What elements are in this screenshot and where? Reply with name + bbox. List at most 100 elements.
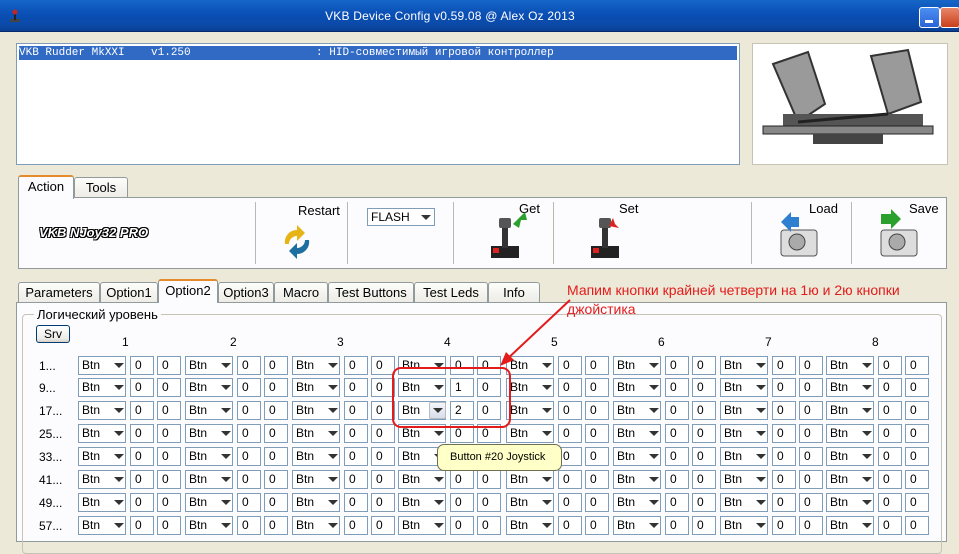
chevron-down-icon[interactable] (218, 358, 232, 372)
chevron-down-icon[interactable] (859, 403, 873, 417)
button-number-field[interactable]: 0 (558, 401, 582, 420)
button-flag-field[interactable]: 0 (692, 378, 716, 397)
chevron-down-icon[interactable] (325, 449, 339, 463)
button-number-field[interactable]: 0 (665, 470, 689, 489)
button-flag-field[interactable]: 0 (264, 401, 288, 420)
chevron-down-icon[interactable] (218, 403, 232, 417)
chevron-down-icon[interactable] (859, 358, 873, 372)
button-number-field[interactable]: 0 (237, 470, 261, 489)
button-type-select[interactable]: Btn (78, 516, 126, 535)
button-number-field[interactable]: 0 (237, 424, 261, 443)
button-number-field[interactable]: 0 (772, 378, 796, 397)
button-number-field[interactable]: 0 (558, 470, 582, 489)
button-flag-field[interactable]: 0 (585, 470, 609, 489)
button-number-field[interactable]: 0 (772, 424, 796, 443)
button-type-select[interactable]: Btn (506, 378, 554, 397)
button-number-field[interactable]: 0 (130, 447, 154, 466)
button-flag-field[interactable]: 0 (157, 470, 181, 489)
title-bar[interactable]: VKB Device Config v0.59.08 @ Alex Oz 201… (0, 0, 959, 32)
chevron-down-icon[interactable] (539, 380, 553, 394)
button-number-field[interactable]: 0 (130, 378, 154, 397)
button-number-field[interactable]: 0 (130, 356, 154, 375)
chevron-down-icon[interactable] (539, 495, 553, 509)
button-flag-field[interactable]: 0 (905, 447, 929, 466)
button-type-select[interactable]: Btn (398, 493, 446, 512)
button-flag-field[interactable]: 0 (371, 470, 395, 489)
button-number-field[interactable]: 0 (878, 470, 902, 489)
button-flag-field[interactable]: 0 (157, 493, 181, 512)
chevron-down-icon[interactable] (753, 495, 767, 509)
chevron-down-icon[interactable] (753, 472, 767, 486)
chevron-down-icon[interactable] (218, 449, 232, 463)
chevron-down-icon[interactable] (111, 518, 125, 532)
button-number-field[interactable]: 0 (237, 493, 261, 512)
button-flag-field[interactable]: 0 (585, 401, 609, 420)
button-number-field[interactable]: 0 (665, 424, 689, 443)
button-number-field[interactable]: 0 (878, 424, 902, 443)
button-type-select[interactable]: Btn (185, 493, 233, 512)
button-type-select[interactable]: Btn (78, 447, 126, 466)
button-flag-field[interactable]: 0 (692, 424, 716, 443)
button-flag-field[interactable]: 0 (692, 401, 716, 420)
button-number-field[interactable]: 0 (344, 401, 368, 420)
chevron-down-icon[interactable] (753, 358, 767, 372)
button-flag-field[interactable]: 0 (799, 516, 823, 535)
chevron-down-icon[interactable] (218, 380, 232, 394)
button-type-select[interactable]: Btn (720, 493, 768, 512)
button-number-field[interactable]: 0 (344, 470, 368, 489)
button-number-field[interactable]: 0 (665, 356, 689, 375)
button-number-field[interactable]: 0 (237, 516, 261, 535)
minimize-button[interactable] (919, 7, 940, 28)
button-flag-field[interactable]: 0 (264, 470, 288, 489)
button-number-field[interactable]: 0 (130, 401, 154, 420)
button-type-select[interactable]: Btn (826, 356, 874, 375)
button-flag-field[interactable]: 0 (905, 516, 929, 535)
button-number-field[interactable]: 0 (237, 401, 261, 420)
button-number-field[interactable]: 0 (772, 493, 796, 512)
button-flag-field[interactable]: 0 (157, 356, 181, 375)
button-type-select[interactable]: Btn (720, 516, 768, 535)
button-number-field[interactable]: 0 (130, 516, 154, 535)
chevron-down-icon[interactable] (111, 426, 125, 440)
button-type-select[interactable]: Btn (292, 447, 340, 466)
button-type-select[interactable]: Btn (613, 401, 661, 420)
button-type-select[interactable]: Btn (78, 493, 126, 512)
button-type-select[interactable]: Btn (720, 401, 768, 420)
chevron-down-icon[interactable] (218, 518, 232, 532)
chevron-down-icon[interactable] (218, 426, 232, 440)
button-type-select[interactable]: Btn (292, 424, 340, 443)
button-flag-field[interactable]: 0 (477, 516, 501, 535)
button-number-field[interactable]: 0 (772, 470, 796, 489)
tab-option2[interactable]: Option2 (158, 279, 218, 303)
chevron-down-icon[interactable] (218, 495, 232, 509)
button-number-field[interactable]: 0 (558, 516, 582, 535)
button-type-select[interactable]: Btn (78, 378, 126, 397)
button-number-field[interactable]: 0 (450, 516, 474, 535)
chevron-down-icon[interactable] (111, 380, 125, 394)
chevron-down-icon[interactable] (111, 495, 125, 509)
load-drive-icon[interactable] (777, 208, 821, 260)
button-type-select[interactable]: Btn (720, 447, 768, 466)
button-number-field[interactable]: 0 (772, 401, 796, 420)
button-number-field[interactable]: 0 (878, 378, 902, 397)
chevron-down-icon[interactable] (753, 449, 767, 463)
button-type-select[interactable]: Btn (506, 516, 554, 535)
chevron-down-icon[interactable] (418, 210, 433, 224)
button-flag-field[interactable]: 0 (905, 356, 929, 375)
button-flag-field[interactable]: 0 (371, 424, 395, 443)
chevron-down-icon[interactable] (539, 518, 553, 532)
chevron-down-icon[interactable] (646, 472, 660, 486)
button-number-field[interactable]: 0 (344, 378, 368, 397)
button-type-select[interactable]: Btn (826, 470, 874, 489)
chevron-down-icon[interactable] (218, 472, 232, 486)
chevron-down-icon[interactable] (753, 426, 767, 440)
button-type-select[interactable]: Btn (613, 356, 661, 375)
chevron-down-icon[interactable] (753, 518, 767, 532)
button-number-field[interactable]: 0 (665, 447, 689, 466)
button-flag-field[interactable]: 0 (585, 516, 609, 535)
chevron-down-icon[interactable] (111, 472, 125, 486)
chevron-down-icon[interactable] (753, 380, 767, 394)
tab-action[interactable]: Action (18, 175, 74, 199)
button-type-select[interactable]: Btn (292, 356, 340, 375)
button-type-select[interactable]: Btn (78, 470, 126, 489)
